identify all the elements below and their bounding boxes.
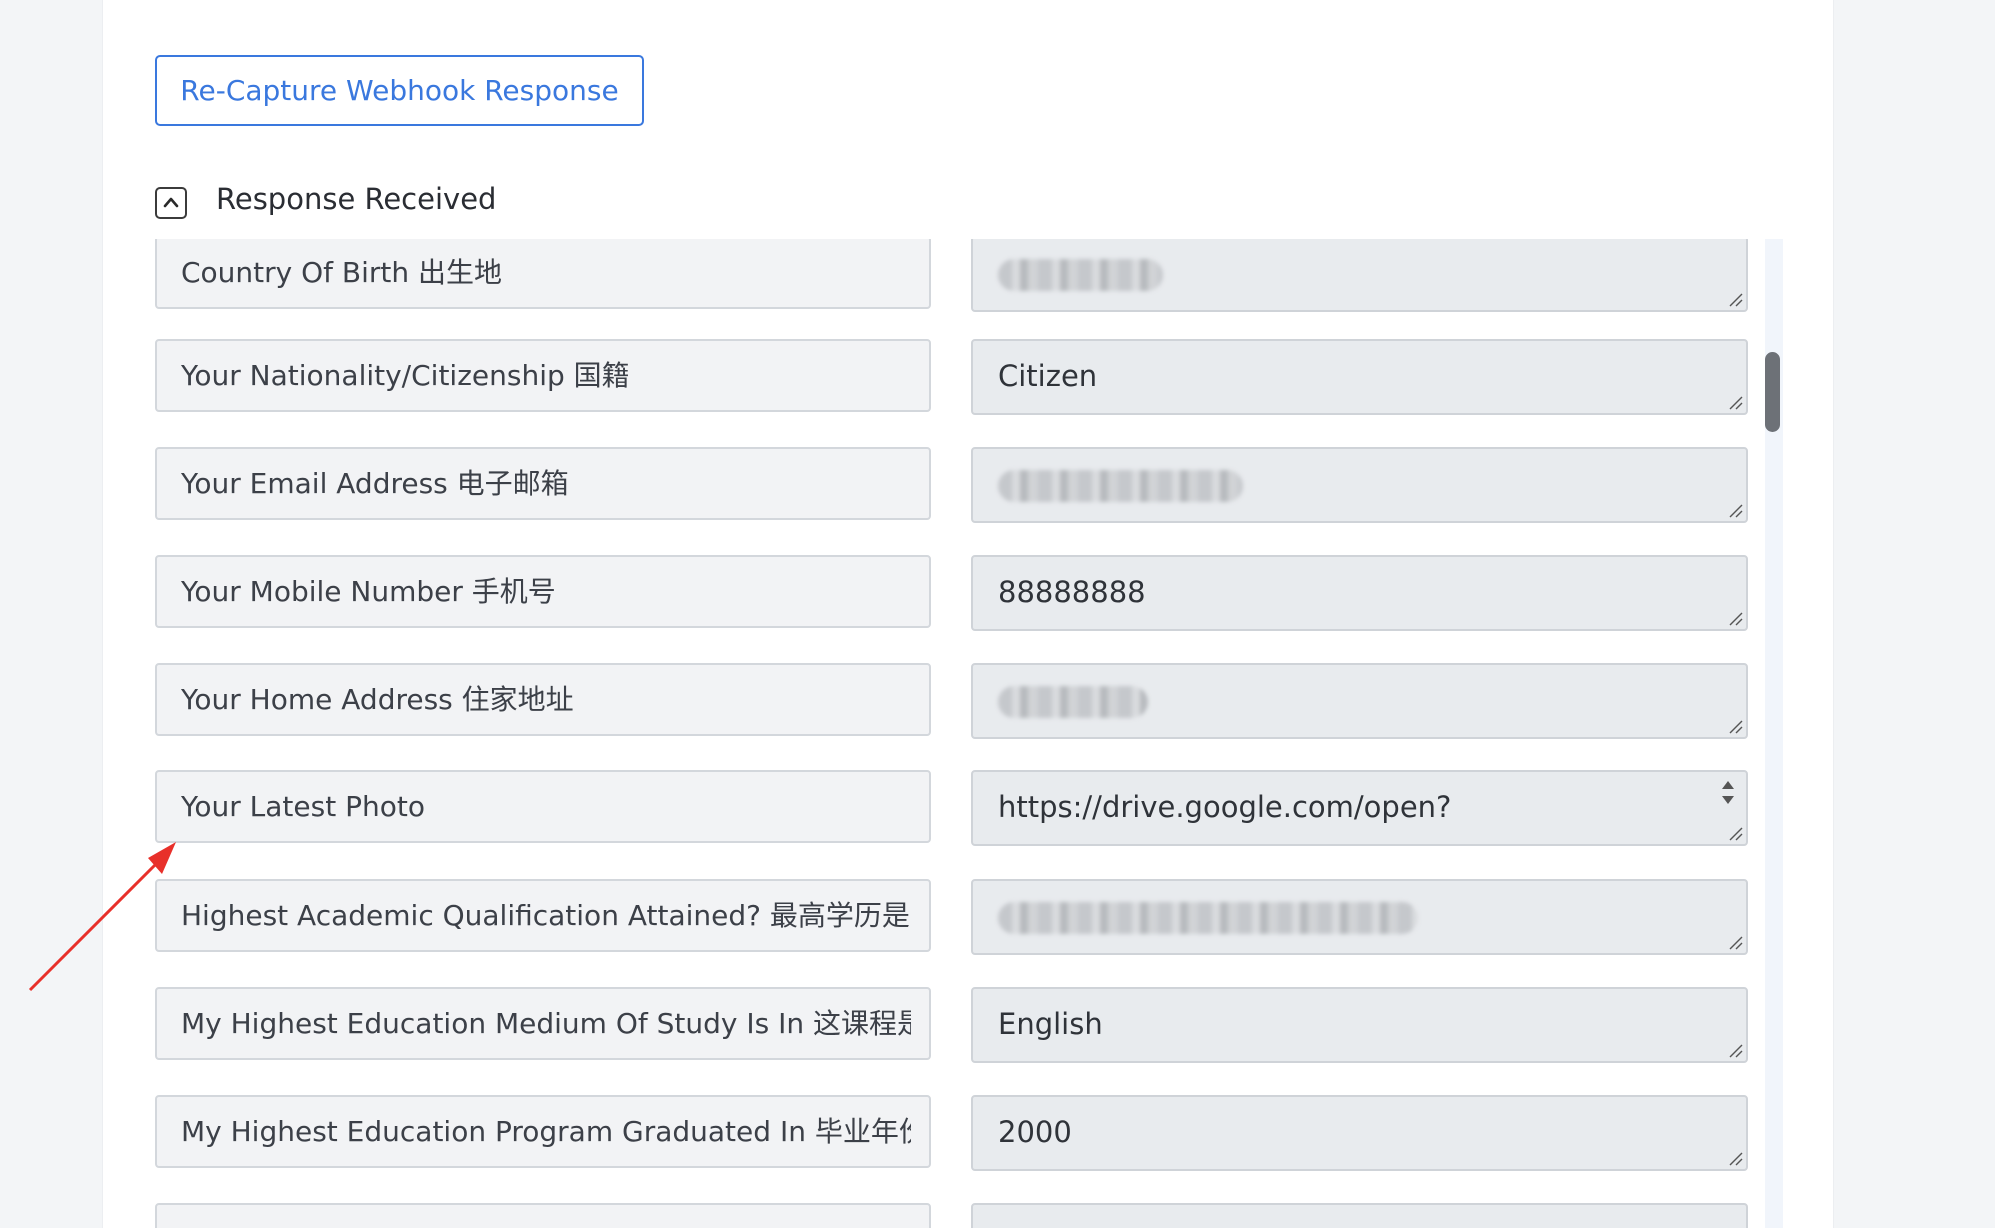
field-value-text: 88888888: [998, 575, 1146, 609]
field-value-textarea[interactable]: Citizen: [971, 339, 1748, 415]
redacted-value: [998, 686, 1148, 718]
response-row: Your Email Address 电子邮箱: [155, 447, 1775, 523]
field-key-input[interactable]: My Highest Education Program Graduated I…: [155, 1095, 931, 1168]
field-value-textarea[interactable]: 2000: [971, 1095, 1748, 1171]
field-key-input[interactable]: Country Of Birth 出生地: [155, 239, 931, 309]
resize-handle-icon[interactable]: [1727, 718, 1743, 734]
field-key-text: Your Mobile Number 手机号: [181, 575, 556, 608]
field-value-text: English: [998, 1007, 1103, 1041]
response-row: [155, 1203, 1775, 1228]
field-key-text: Country Of Birth 出生地: [181, 256, 503, 289]
field-key-text: Your Latest Photo: [181, 790, 425, 823]
response-row: Your Latest Photo https://drive.google.co…: [155, 770, 1775, 846]
response-row: Your Mobile Number 手机号 88888888: [155, 555, 1775, 631]
recapture-webhook-button[interactable]: Re-Capture Webhook Response: [155, 55, 644, 126]
response-row: My Highest Education Medium Of Study Is …: [155, 987, 1775, 1063]
field-key-text: My Highest Education Medium Of Study Is …: [181, 1007, 911, 1040]
field-key-text: My Highest Education Program Graduated I…: [181, 1115, 911, 1148]
resize-handle-icon[interactable]: [1727, 291, 1743, 307]
redacted-value: [998, 902, 1418, 934]
field-value-textarea[interactable]: [971, 663, 1748, 739]
resize-handle-icon[interactable]: [1727, 394, 1743, 410]
section-title: Response Received: [216, 182, 497, 216]
field-value-textarea[interactable]: 88888888: [971, 555, 1748, 631]
response-list: Country Of Birth 出生地 Your Nationality/Cit…: [103, 239, 1783, 1228]
resize-handle-icon[interactable]: [1727, 502, 1743, 518]
field-key-input[interactable]: My Highest Education Medium Of Study Is …: [155, 987, 931, 1060]
field-key-input[interactable]: [155, 1203, 931, 1228]
field-value-textarea[interactable]: [971, 447, 1748, 523]
field-value-textarea[interactable]: [971, 1203, 1748, 1228]
field-key-text: Highest Academic Qualification Attained?…: [181, 899, 910, 932]
response-row: My Highest Education Program Graduated I…: [155, 1095, 1775, 1171]
field-key-input[interactable]: Highest Academic Qualification Attained?…: [155, 879, 931, 952]
chevron-up-icon: [163, 197, 179, 208]
field-value-text: 2000: [998, 1115, 1072, 1149]
field-key-input[interactable]: Your Mobile Number 手机号: [155, 555, 931, 628]
resize-handle-icon[interactable]: [1727, 934, 1743, 950]
field-value-text: Citizen: [998, 359, 1098, 393]
field-value-textarea[interactable]: English: [971, 987, 1748, 1063]
resize-handle-icon[interactable]: [1727, 1042, 1743, 1058]
response-row: Your Home Address 住家地址: [155, 663, 1775, 739]
scrollbar-thumb[interactable]: [1765, 352, 1780, 432]
field-key-text: Your Email Address 电子邮箱: [181, 467, 569, 500]
response-row: Highest Academic Qualification Attained?…: [155, 879, 1775, 955]
collapse-toggle-button[interactable]: [155, 187, 187, 219]
field-value-textarea[interactable]: [971, 879, 1748, 955]
resize-handle-icon[interactable]: [1727, 610, 1743, 626]
redacted-value: [998, 259, 1163, 291]
field-value-textarea[interactable]: https://drive.google.com/open?: [971, 770, 1748, 846]
field-value-text: https://drive.google.com/open?: [998, 790, 1452, 824]
field-key-input[interactable]: Your Nationality/Citizenship 国籍: [155, 339, 931, 412]
field-value-textarea[interactable]: [971, 239, 1748, 312]
response-row: Country Of Birth 出生地: [155, 239, 1775, 312]
resize-handle-icon[interactable]: [1727, 1150, 1743, 1166]
spinner-arrows-icon[interactable]: [1720, 778, 1736, 812]
resize-handle-icon[interactable]: [1727, 825, 1743, 841]
redacted-value: [998, 470, 1243, 502]
field-key-text: Your Nationality/Citizenship 国籍: [181, 359, 630, 392]
field-key-text: Your Home Address 住家地址: [181, 683, 574, 716]
field-key-input[interactable]: Your Email Address 电子邮箱: [155, 447, 931, 520]
response-row: Your Nationality/Citizenship 国籍 Citizen: [155, 339, 1775, 415]
field-key-input[interactable]: Your Latest Photo: [155, 770, 931, 843]
field-key-input[interactable]: Your Home Address 住家地址: [155, 663, 931, 736]
